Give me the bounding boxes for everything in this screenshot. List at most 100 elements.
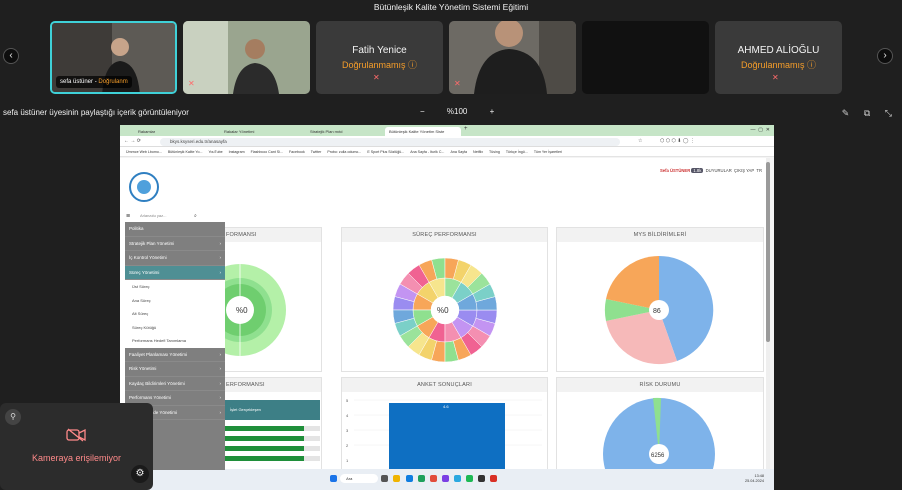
bookmark-item[interactable]: Ana Sayfa - Iturlk C... xyxy=(410,150,444,154)
announcements-link[interactable]: DUYURULAR xyxy=(706,168,732,173)
search-icon[interactable]: ⌕ xyxy=(194,213,197,219)
app-icon[interactable] xyxy=(478,475,486,482)
bookmark-item[interactable]: Probo: zulla odumo... xyxy=(327,150,361,154)
bookmark-item[interactable]: Tüm Yer İşaretleri xyxy=(534,150,562,154)
app-icon[interactable] xyxy=(417,475,425,482)
bar-table-header: İşlet Gerçekleşen xyxy=(224,400,320,420)
participant-strip: sefa üstüner - Doğrulanm ✕ Fatih Yenice … xyxy=(50,21,846,95)
bookmark-item[interactable]: Türkçe İngü... xyxy=(506,150,528,154)
page-scrollbar-thumb[interactable] xyxy=(766,162,770,342)
bookmark-item[interactable]: Ana Sayfa xyxy=(450,150,467,154)
menu-item-label: Ana Süreç xyxy=(132,297,151,303)
settings-gear-icon[interactable]: ⚙ xyxy=(131,465,149,483)
prev-participants-button[interactable]: ‹ xyxy=(3,48,19,64)
app-icon[interactable] xyxy=(405,475,413,482)
menu-item-label: Süreç Yönetimi xyxy=(129,269,160,275)
menu-item-label: Üst Süreç xyxy=(132,284,150,289)
participant-tile-4[interactable]: ✕ xyxy=(449,21,576,94)
mic-off-icon: ✕ xyxy=(454,79,461,88)
extension-icons[interactable]: ⬡ ⬡ ⬡ ⬇ ◯ ⋮ xyxy=(660,138,695,144)
search-input[interactable]: Arlanaılu yaz... xyxy=(140,213,202,221)
taskbar-search[interactable]: Ara xyxy=(340,474,379,483)
app-icon[interactable] xyxy=(490,475,498,482)
app-icon[interactable] xyxy=(393,475,401,482)
mic-off-icon: ✕ xyxy=(373,73,380,82)
taskbar-apps: Ara xyxy=(328,474,499,483)
bookmark-item[interactable]: E Sport Plus Sözlüğü... xyxy=(367,150,404,154)
url-field[interactable]: bkys.ksyseri.edu.tr/anasayfa xyxy=(160,138,620,146)
app-icon[interactable] xyxy=(466,475,474,482)
participant-tile-sefa[interactable]: sefa üstüner - Doğrulanm xyxy=(50,21,177,94)
mys-pie-chart: 86 xyxy=(604,255,714,365)
collapse-icon[interactable]: ⤡ xyxy=(885,108,892,118)
windows-taskbar: Ara 13:48 25.04.2024 xyxy=(120,469,774,490)
bookmark-item[interactable]: Bütünleşik Kalite Yo... xyxy=(168,150,203,154)
user-name[interactable]: Sefa ÜSTÜNER xyxy=(660,168,690,173)
browser-tab[interactable]: Rakalar Yönetimi xyxy=(220,127,304,136)
bookmark-item[interactable]: Netflix xyxy=(473,150,483,154)
share-label: sefa üstüner üyesinin paylaştığı içerik … xyxy=(3,108,189,117)
star-icon[interactable]: ☆ xyxy=(638,138,642,144)
pin-icon[interactable]: ⚲ xyxy=(5,409,21,425)
card-surec-performansi: SÜREÇ PERFORMANSI %0 xyxy=(341,227,548,372)
hamburger-icon[interactable]: ≡ xyxy=(126,213,130,220)
chevron-right-icon: › xyxy=(219,366,222,371)
nav-buttons[interactable]: ← → ⟳ xyxy=(124,138,141,144)
bookmark-item[interactable]: Ümrnce Web Lbomo... xyxy=(126,150,162,154)
bookmark-item[interactable]: Twitter xyxy=(311,150,322,154)
app-icon[interactable] xyxy=(429,475,437,482)
next-participants-button[interactable]: › xyxy=(877,48,893,64)
app-icon[interactable] xyxy=(454,475,461,482)
pie-center-label: 6256 xyxy=(651,453,665,459)
participant-status: Doğrulanmamış ⓘ xyxy=(740,60,817,70)
camera-error-message: Kameraya erişilemiyor xyxy=(31,453,122,463)
bookmark-item[interactable]: Instagram xyxy=(229,150,245,154)
anket-bar-chart: 5 4 3 2 1 4.6 xyxy=(346,398,542,472)
browser-tab[interactable]: Rakamlar xyxy=(134,127,218,136)
zoom-in-button[interactable]: + xyxy=(490,107,495,116)
logout-link[interactable]: ÇIKIŞ YAP xyxy=(734,168,754,173)
participant-tile-2[interactable]: ✕ xyxy=(183,21,310,94)
zoom-out-button[interactable]: − xyxy=(420,107,425,116)
participant-tile-fatih[interactable]: Fatih Yenice Doğrulanmamış ⓘ ✕ xyxy=(316,21,443,94)
new-tab-icon[interactable]: + xyxy=(464,126,468,132)
submenu-item[interactable]: Ana Süreç xyxy=(125,293,225,307)
meeting-title: Bütünleşik Kalite Yönetim Sistemi Eğitim… xyxy=(373,2,529,12)
submenu-item[interactable]: Üst Süreç xyxy=(125,280,225,294)
browser-tab-active[interactable]: Bütünleşik Kalite Yönetim Siste xyxy=(385,127,461,136)
app-icon[interactable] xyxy=(381,475,389,482)
menu-item[interactable]: Politika xyxy=(125,222,225,237)
menu-item[interactable]: Faaliyet Planlaması Yönetimi › xyxy=(125,348,225,362)
card-title: FORMANSI xyxy=(224,228,321,242)
participant-tile-5[interactable] xyxy=(582,21,709,94)
anket-bar xyxy=(389,403,505,472)
submenu-item[interactable]: Süreç Kütüğü xyxy=(125,320,225,334)
bookmark-item[interactable]: YouTube xyxy=(208,150,222,154)
card-risk-durumu: RİSK DURUMU 6256 xyxy=(556,377,764,490)
pie-center-label: 86 xyxy=(653,308,661,315)
menu-item[interactable]: Stratejik Plan Yönetimi › xyxy=(125,237,225,251)
language-select[interactable]: TR xyxy=(756,168,762,173)
taskbar-clock[interactable]: 13:48 25.04.2024 xyxy=(745,474,764,484)
browser-tab[interactable]: Stratejik Plan mıtd xyxy=(306,127,390,136)
submenu-item[interactable]: Performans Hedefi Tanımlama xyxy=(125,334,225,348)
menu-item[interactable]: Süreç Yönetimi › xyxy=(125,265,225,280)
camera-off-icon xyxy=(66,428,86,442)
app-icon[interactable] xyxy=(441,475,449,482)
popout-icon[interactable]: ⧉ xyxy=(864,108,870,118)
menu-item-label: Kaydaç Bildirimleri Yönetimi xyxy=(129,380,185,386)
submenu-item[interactable]: Alt Süreç xyxy=(125,307,225,321)
window-controls[interactable]: — ▢ ✕ xyxy=(751,127,770,133)
y-tick: 5 xyxy=(346,398,349,403)
windows-start-icon[interactable] xyxy=(330,475,337,482)
menu-item[interactable]: Risk Yönetimi › xyxy=(125,362,225,377)
anket-bar-label: 4.6 xyxy=(443,404,449,409)
menu-item[interactable]: İç Kontrol Yönetimi › xyxy=(125,251,225,266)
chevron-right-icon: › xyxy=(883,50,887,61)
bookmark-item[interactable]: Facebook xyxy=(289,150,305,154)
bookmark-item[interactable]: Flashbcoo Cant Si... xyxy=(251,150,283,154)
menu-item[interactable]: Kaydaç Bildirimleri Yönetimi › xyxy=(125,377,225,391)
annotate-icon[interactable]: ✎ xyxy=(842,108,850,118)
bookmark-item[interactable]: Tüsing xyxy=(489,150,500,154)
participant-tile-ahmed[interactable]: AHMED ALİOĞLU Doğrulanmamış ⓘ ✕ xyxy=(715,21,842,94)
